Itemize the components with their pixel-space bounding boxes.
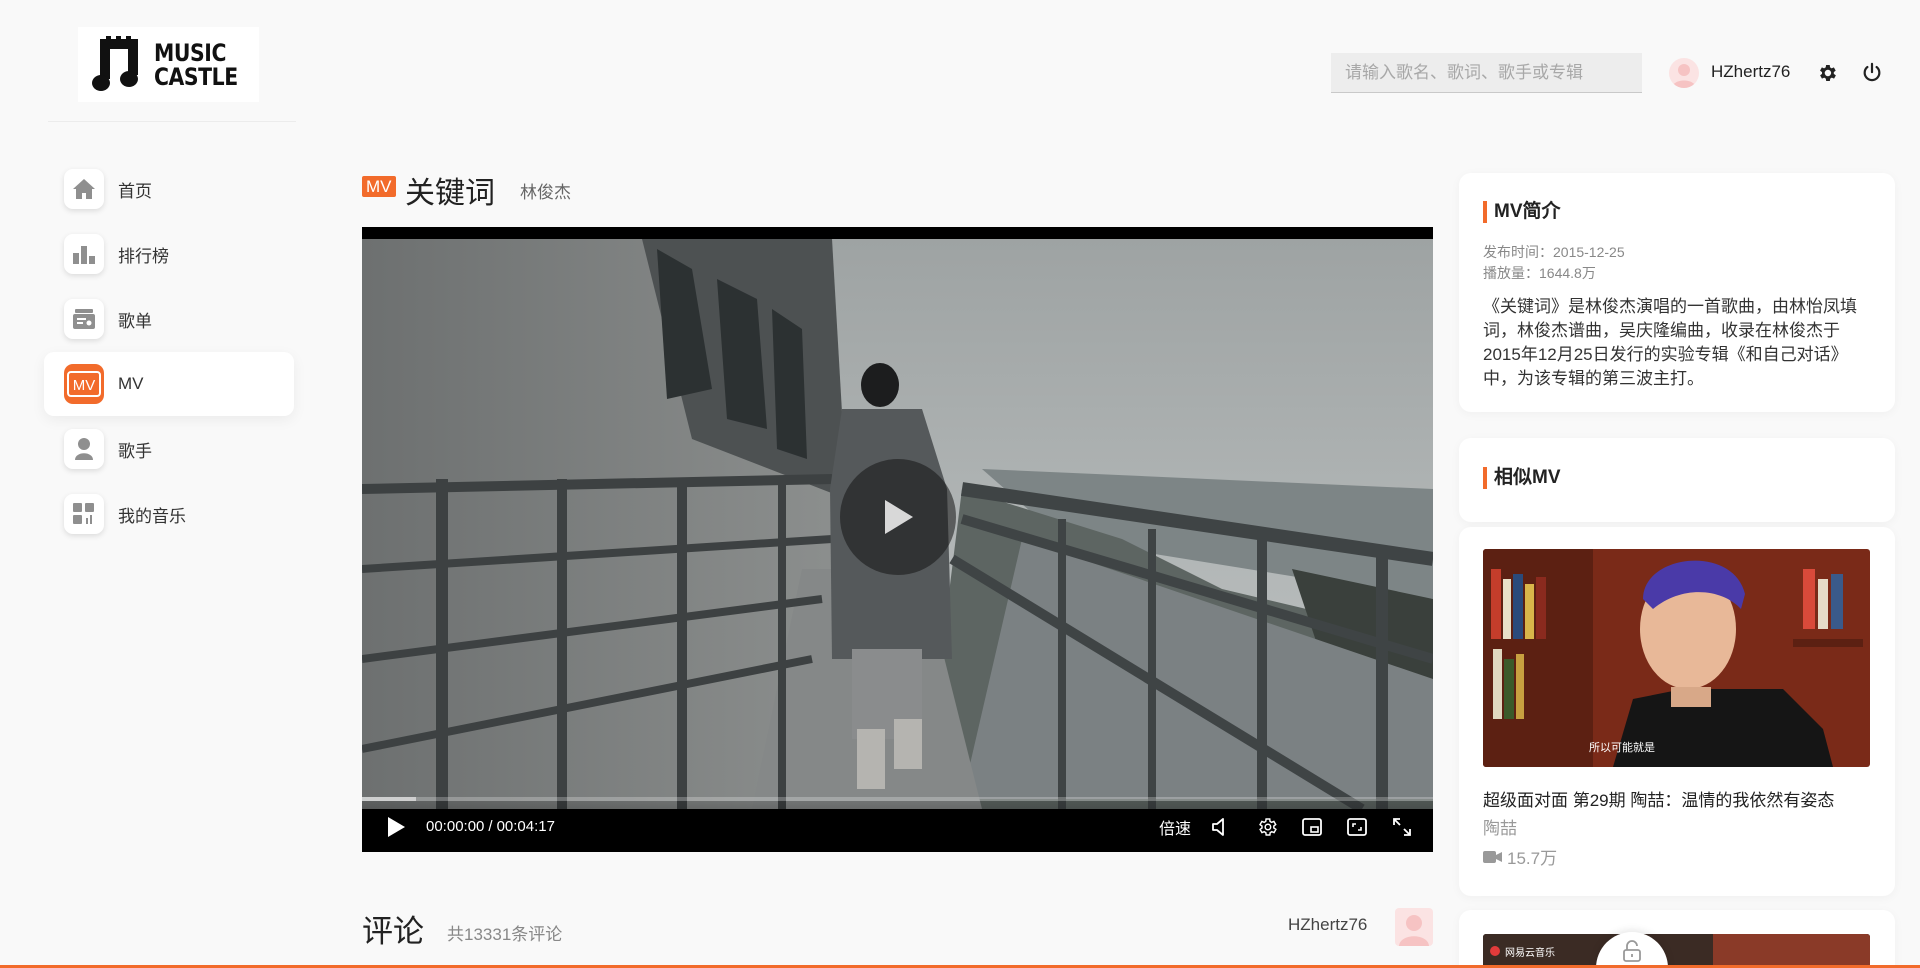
gear-icon[interactable] <box>1814 60 1840 86</box>
singer-icon <box>64 429 104 469</box>
logo-text: MUSIC CASTLE <box>154 38 238 91</box>
mv-thumbnail[interactable]: 网易云音乐 <box>1483 934 1870 968</box>
similar-mv-title[interactable]: 超级面对面 第29期 陶喆：温情的我依然有姿态 <box>1483 786 1834 811</box>
comment-avatar <box>1395 908 1433 946</box>
play-icon <box>388 816 405 837</box>
svg-text:MV: MV <box>73 377 96 394</box>
music-note-icon <box>92 35 138 91</box>
sidebar-item-label: 歌单 <box>118 311 152 331</box>
sidebar-item-label: MV <box>118 374 144 393</box>
sidebar-item-my-music[interactable]: 我的音乐 <box>44 482 294 546</box>
search-input[interactable] <box>1331 53 1642 93</box>
settings-icon[interactable] <box>1254 814 1280 840</box>
fullscreen-icon[interactable] <box>1389 814 1415 840</box>
speed-button[interactable]: 倍速 <box>1159 815 1191 839</box>
sidebar-item-singer[interactable]: 歌手 <box>44 417 294 481</box>
sidebar-item-label: 排行榜 <box>118 246 169 266</box>
similar-mv-plays: 15.7万 <box>1483 844 1557 869</box>
artist-link[interactable]: 林俊杰 <box>520 178 571 203</box>
volume-icon[interactable] <box>1209 814 1235 840</box>
play-icon <box>885 500 913 534</box>
similar-mv-artist[interactable]: 陶喆 <box>1483 814 1517 839</box>
time-separator: / <box>488 818 493 835</box>
brand-label: 网易云音乐 <box>1505 948 1555 959</box>
sidebar-item-label: 歌手 <box>118 441 152 461</box>
publish-time: 发布时间：2015-12-25 <box>1483 244 1625 260</box>
chart-icon <box>64 234 104 274</box>
avatar[interactable] <box>1669 58 1699 88</box>
video-player[interactable]: 00:00:00/00:04:17 倍速 <box>362 227 1433 852</box>
similar-mv-header-card: 相似MV <box>1459 438 1895 522</box>
lock-icon <box>1623 940 1641 962</box>
sidebar-item-mv[interactable]: MV MV <box>44 352 294 416</box>
comments-count: 共13331条评论 <box>447 925 563 944</box>
player-right-controls: 倍速 <box>1159 814 1415 840</box>
my-music-icon <box>64 494 104 534</box>
mv-description: 《关键词》是林俊杰演唱的一首歌曲，由林怡凤填词，林俊杰谱曲，吴庆隆编曲，收录在林… <box>1483 297 1857 388</box>
play-count: 播放量：1644.8万 <box>1483 265 1596 281</box>
mv-intro-card: MV简介 发布时间：2015-12-25 播放量：1644.8万 《关键词》是林… <box>1459 173 1895 412</box>
sidebar-item-label: 我的音乐 <box>118 506 186 526</box>
username[interactable]: HZhertz76 <box>1711 62 1790 82</box>
logo-divider <box>48 121 296 122</box>
mv-thumbnail[interactable]: 所以可能就是 <box>1483 549 1870 767</box>
duration: 00:04:17 <box>496 818 555 835</box>
web-fullscreen-icon[interactable] <box>1344 814 1370 840</box>
card-title: 相似MV <box>1483 467 1561 489</box>
sidebar-item-label: 首页 <box>118 181 152 201</box>
mv-icon: MV <box>64 364 104 404</box>
video-subtitle: 所以可能就是 <box>1589 742 1655 754</box>
player-controls: 00:00:00/00:04:17 倍速 <box>362 801 1433 852</box>
playlist-icon <box>64 299 104 339</box>
comments-title: 评论 <box>362 914 424 949</box>
mv-badge: MV <box>362 176 396 197</box>
sidebar-item-ranking[interactable]: 排行榜 <box>44 222 294 286</box>
picture-in-picture-icon[interactable] <box>1299 814 1325 840</box>
home-icon <box>64 169 104 209</box>
big-play-button[interactable] <box>840 459 956 575</box>
play-button[interactable] <box>386 816 406 838</box>
sidebar-nav: 首页 排行榜 歌单 MV MV 歌手 我的音乐 <box>44 157 294 547</box>
comment-username: HZhertz76 <box>1288 915 1368 934</box>
play-count: 15.7万 <box>1507 849 1558 868</box>
sidebar-item-playlist[interactable]: 歌单 <box>44 287 294 351</box>
page-title: 关键词 <box>405 177 495 210</box>
sidebar-item-home[interactable]: 首页 <box>44 157 294 221</box>
video-camera-icon <box>1483 850 1502 863</box>
current-time: 00:00:00 <box>426 818 485 835</box>
card-title: MV简介 <box>1483 201 1561 223</box>
logo[interactable]: MUSIC CASTLE <box>78 27 259 102</box>
similar-mv-item[interactable]: 所以可能就是 超级面对面 第29期 陶喆：温情的我依然有姿态 陶喆 15.7万 <box>1459 527 1895 896</box>
time-display: 00:00:00/00:04:17 <box>426 818 555 835</box>
power-icon[interactable] <box>1859 60 1885 86</box>
